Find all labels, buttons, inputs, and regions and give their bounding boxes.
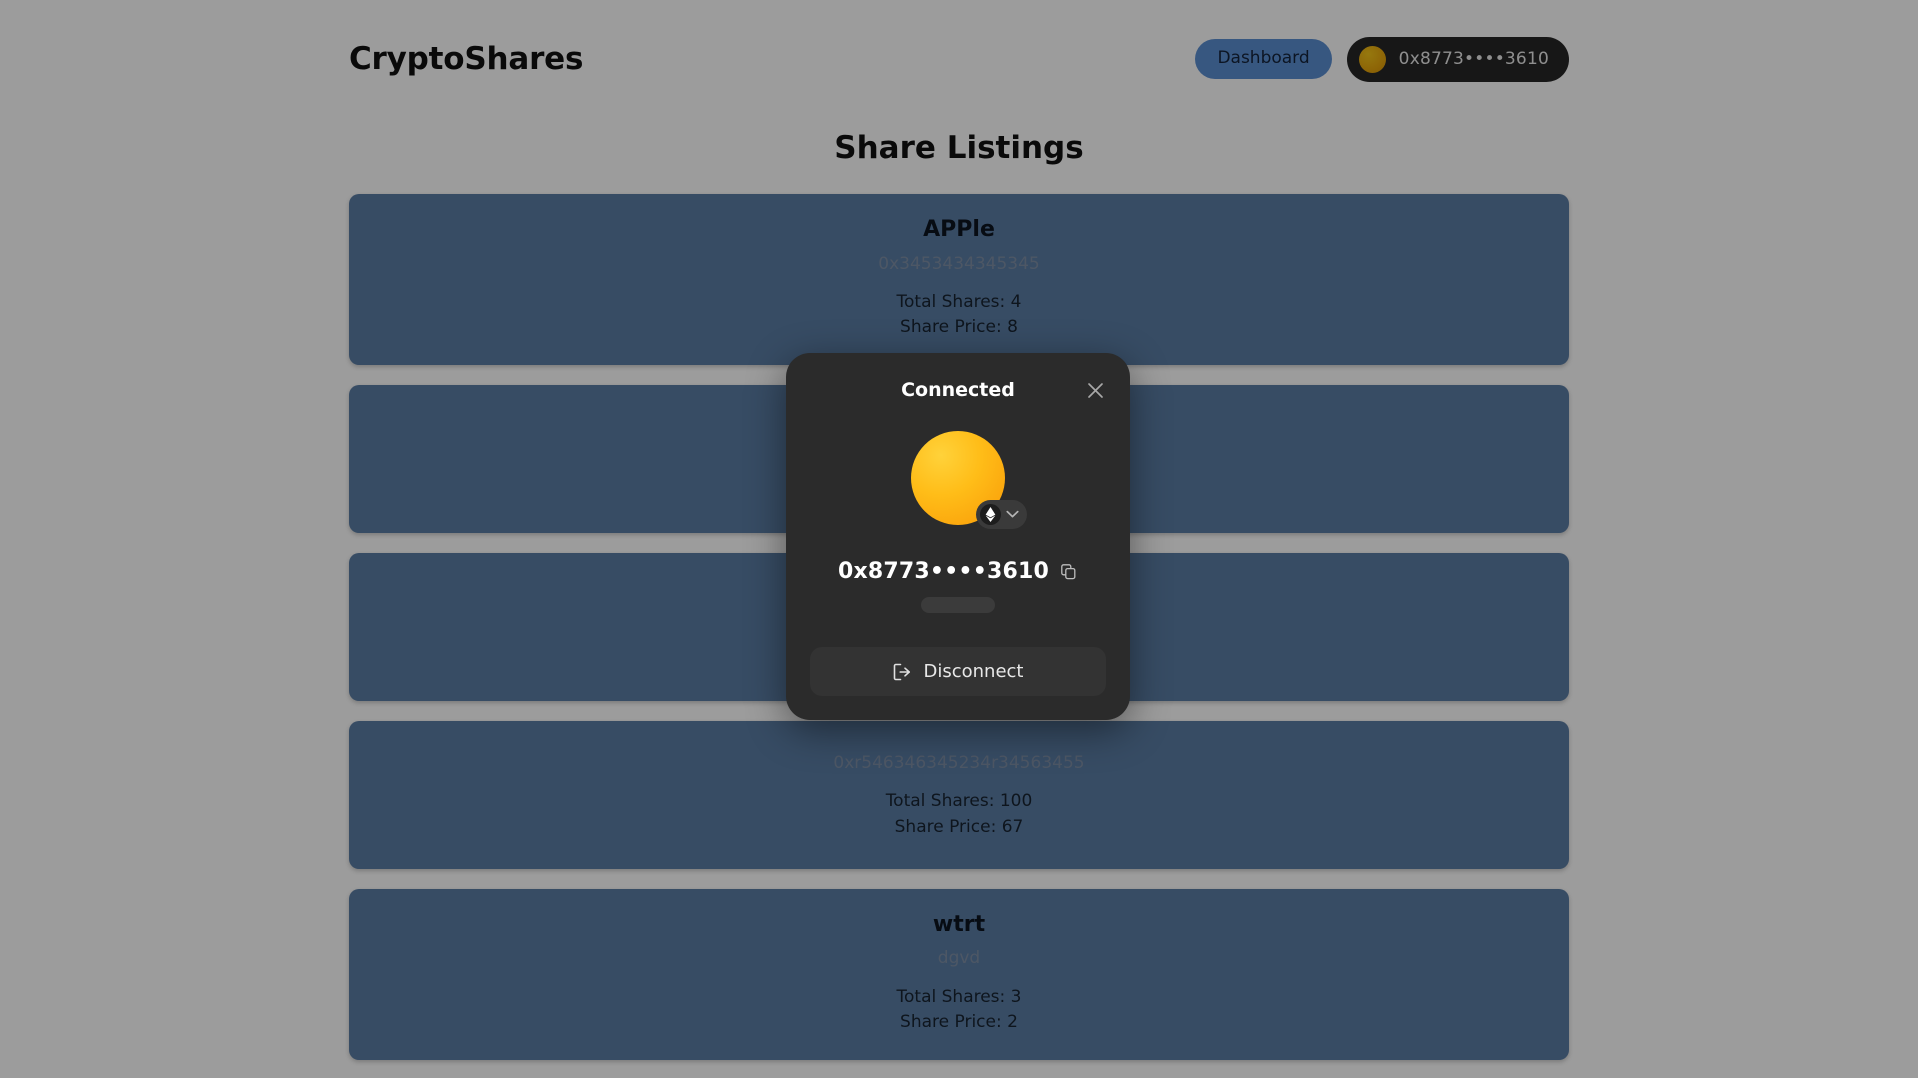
- modal-title: Connected: [901, 379, 1015, 401]
- disconnect-label: Disconnect: [923, 661, 1024, 682]
- modal-header: Connected: [810, 373, 1106, 407]
- modal-wallet-address: 0x8773••••3610: [837, 559, 1049, 584]
- disconnect-button[interactable]: Disconnect: [810, 647, 1106, 696]
- chain-selector-button[interactable]: [976, 500, 1027, 529]
- logout-icon: [893, 663, 912, 681]
- ethereum-icon: [980, 504, 1001, 525]
- chevron-down-icon: [1003, 506, 1021, 524]
- wallet-connected-modal: Connected 0x8773••••3610 Disconnect: [786, 353, 1130, 720]
- wallet-address-row: 0x8773••••3610: [810, 559, 1106, 584]
- balance-loading-skeleton: [921, 597, 995, 613]
- close-icon[interactable]: [1082, 377, 1108, 403]
- copy-icon[interactable]: [1059, 562, 1078, 582]
- wallet-avatar-large-icon: [911, 431, 1027, 529]
